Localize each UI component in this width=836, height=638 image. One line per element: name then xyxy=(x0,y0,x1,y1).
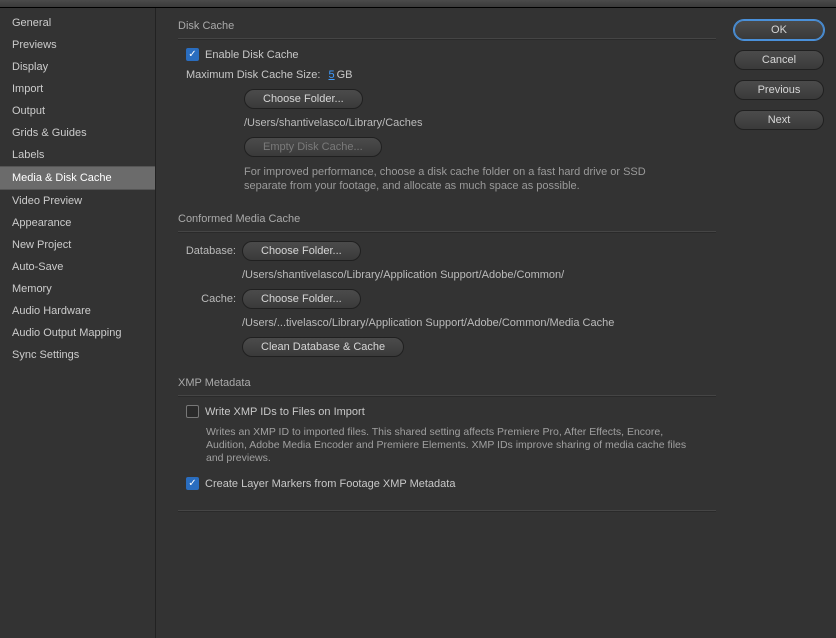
database-path-row: /Users/shantivelasco/Library/Application… xyxy=(178,269,716,281)
section-conformed: Conformed Media Cache Database: Choose F… xyxy=(178,213,716,357)
max-size-unit: GB xyxy=(337,69,353,81)
empty-cache-row: Empty Disk Cache... xyxy=(244,137,716,157)
section-disk-cache: Disk Cache Enable Disk Cache Maximum Dis… xyxy=(178,20,716,193)
database-row: Database: Choose Folder... xyxy=(178,241,716,261)
write-xmp-label: Write XMP IDs to Files on Import xyxy=(205,406,365,418)
sidebar: GeneralPreviewsDisplayImportOutputGrids … xyxy=(0,8,156,638)
section-xmp: XMP Metadata Write XMP IDs to Files on I… xyxy=(178,377,716,490)
main-panel: Disk Cache Enable Disk Cache Maximum Dis… xyxy=(156,8,728,638)
ok-button[interactable]: OK xyxy=(734,20,824,40)
max-size-label: Maximum Disk Cache Size: xyxy=(186,69,320,81)
max-size-value[interactable]: 5 xyxy=(328,69,334,81)
sidebar-item-video-preview[interactable]: Video Preview xyxy=(0,190,155,212)
previous-button[interactable]: Previous xyxy=(734,80,824,100)
cache-label: Cache: xyxy=(178,293,236,305)
sidebar-item-grids-guides[interactable]: Grids & Guides xyxy=(0,122,155,144)
sidebar-item-output[interactable]: Output xyxy=(0,100,155,122)
cancel-button[interactable]: Cancel xyxy=(734,50,824,70)
clean-database-button[interactable]: Clean Database & Cache xyxy=(242,337,404,357)
write-xmp-row: Write XMP IDs to Files on Import xyxy=(186,405,716,418)
divider xyxy=(178,38,716,40)
disk-cache-help: For improved performance, choose a disk … xyxy=(244,165,684,193)
sidebar-item-appearance[interactable]: Appearance xyxy=(0,212,155,234)
sidebar-item-display[interactable]: Display xyxy=(0,56,155,78)
sidebar-item-labels[interactable]: Labels xyxy=(0,144,155,166)
write-xmp-checkbox[interactable] xyxy=(186,405,199,418)
sidebar-item-auto-save[interactable]: Auto-Save xyxy=(0,256,155,278)
sidebar-item-audio-hardware[interactable]: Audio Hardware xyxy=(0,300,155,322)
dialog-buttons: OK Cancel Previous Next xyxy=(728,8,836,638)
cache-choose-folder-button[interactable]: Choose Folder... xyxy=(242,289,361,309)
database-path: /Users/shantivelasco/Library/Application… xyxy=(242,269,564,281)
sidebar-item-new-project[interactable]: New Project xyxy=(0,234,155,256)
disk-cache-choose-row: Choose Folder... xyxy=(244,89,716,109)
sidebar-item-memory[interactable]: Memory xyxy=(0,278,155,300)
section-title-xmp: XMP Metadata xyxy=(178,377,716,389)
database-label: Database: xyxy=(178,245,236,257)
disk-cache-path: /Users/shantivelasco/Library/Caches xyxy=(244,117,423,129)
clean-row: Clean Database & Cache xyxy=(178,337,716,357)
enable-disk-cache-checkbox[interactable] xyxy=(186,48,199,61)
enable-disk-cache-row: Enable Disk Cache xyxy=(186,48,716,61)
layer-markers-row: Create Layer Markers from Footage XMP Me… xyxy=(186,477,716,490)
next-button[interactable]: Next xyxy=(734,110,824,130)
max-size-row: Maximum Disk Cache Size: 5 GB xyxy=(186,69,716,81)
sidebar-item-import[interactable]: Import xyxy=(0,78,155,100)
layer-markers-checkbox[interactable] xyxy=(186,477,199,490)
divider xyxy=(178,395,716,397)
sidebar-item-general[interactable]: General xyxy=(0,12,155,34)
layer-markers-label: Create Layer Markers from Footage XMP Me… xyxy=(205,478,455,490)
cache-path-row: /Users/...tivelasco/Library/Application … xyxy=(178,317,716,329)
disk-cache-help-row: For improved performance, choose a disk … xyxy=(244,165,716,193)
sidebar-item-previews[interactable]: Previews xyxy=(0,34,155,56)
sidebar-item-sync-settings[interactable]: Sync Settings xyxy=(0,344,155,366)
write-xmp-help: Writes an XMP ID to imported files. This… xyxy=(206,426,706,465)
sidebar-item-media-disk-cache[interactable]: Media & Disk Cache xyxy=(0,166,155,190)
empty-disk-cache-button[interactable]: Empty Disk Cache... xyxy=(244,137,382,157)
divider xyxy=(178,510,716,512)
section-title-conformed: Conformed Media Cache xyxy=(178,213,716,225)
disk-cache-path-row: /Users/shantivelasco/Library/Caches xyxy=(244,117,716,129)
enable-disk-cache-label: Enable Disk Cache xyxy=(205,49,299,61)
section-title-disk-cache: Disk Cache xyxy=(178,20,716,32)
disk-cache-choose-folder-button[interactable]: Choose Folder... xyxy=(244,89,363,109)
window-titlebar xyxy=(0,0,836,8)
cache-row: Cache: Choose Folder... xyxy=(178,289,716,309)
database-choose-folder-button[interactable]: Choose Folder... xyxy=(242,241,361,261)
cache-path: /Users/...tivelasco/Library/Application … xyxy=(242,317,614,329)
divider xyxy=(178,231,716,233)
sidebar-item-audio-output-mapping[interactable]: Audio Output Mapping xyxy=(0,322,155,344)
